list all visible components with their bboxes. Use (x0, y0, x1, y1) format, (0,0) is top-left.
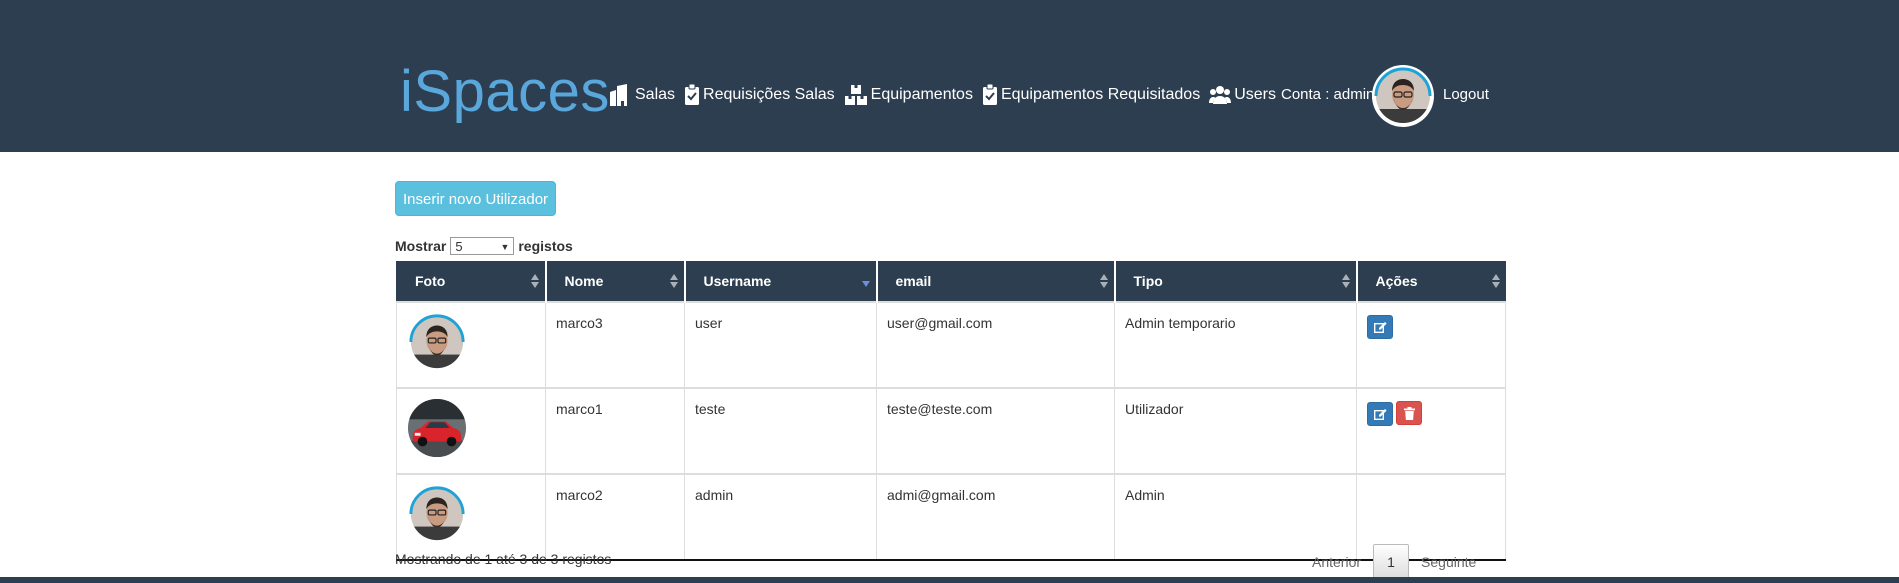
logout-link[interactable]: Logout (1443, 86, 1489, 103)
sort-both-icon (669, 274, 678, 288)
trash-icon (1403, 406, 1415, 420)
table-header-row: Foto Nome Username email Tipo Ações (396, 261, 1506, 302)
nav-label: Salas (635, 86, 676, 103)
nav-item-users[interactable]: Users (1209, 85, 1276, 105)
nav-item-equipamentos-requisitados[interactable]: Equipamentos Requisitados (982, 84, 1200, 106)
user-photo-avatar (409, 486, 465, 541)
nav-label: Equipamentos Requisitados (1000, 86, 1201, 103)
brand-logo[interactable]: iSpaces (400, 58, 610, 126)
cell-username: teste (684, 387, 877, 475)
users-table: Foto Nome Username email Tipo Ações marc… (396, 261, 1506, 561)
edit-button[interactable] (1367, 401, 1393, 426)
user-photo-avatar (409, 314, 465, 369)
user-avatar[interactable] (1372, 65, 1434, 127)
cell-email: user@gmail.com (876, 301, 1115, 389)
page-length-value: 5 (455, 239, 463, 254)
clipboard-check-icon (685, 84, 700, 105)
table-row: marco3 user user@gmail.com Admin tempora… (396, 301, 1506, 389)
cell-acoes (1356, 301, 1506, 389)
insert-user-button[interactable]: Inserir novo Utilizador (395, 181, 556, 216)
building-icon (610, 84, 627, 106)
cell-foto (396, 301, 546, 389)
pagination-previous[interactable]: Anterior (1300, 554, 1373, 570)
cell-foto (396, 473, 546, 561)
cell-email: admi@gmail.com (876, 473, 1115, 561)
sort-both-icon (1341, 274, 1350, 288)
nav-item-requisicoes-salas[interactable]: Requisições Salas (684, 84, 835, 106)
column-header-nome[interactable]: Nome (544, 261, 685, 302)
sort-both-icon (530, 274, 539, 288)
column-header-tipo[interactable]: Tipo (1113, 261, 1357, 302)
nav-label: Requisições Salas (703, 86, 835, 103)
cell-nome: marco3 (545, 301, 685, 389)
man-avatar-icon (1374, 67, 1432, 123)
length-suffix: registos (518, 238, 573, 254)
edit-icon (1373, 322, 1387, 333)
table-info: Mostrando de 1 até 3 de 3 registos (395, 551, 612, 567)
cell-acoes (1356, 387, 1506, 475)
cell-email: teste@teste.com (876, 387, 1115, 475)
bottom-bar (0, 577, 1899, 583)
cell-foto (396, 387, 546, 475)
column-header-acoes[interactable]: Ações (1355, 261, 1506, 302)
cell-username: user (684, 301, 877, 389)
boxes-icon (844, 85, 867, 105)
table-row: marco1 teste teste@teste.com Utilizador (396, 387, 1506, 475)
cell-username: admin (684, 473, 877, 561)
chevron-down-icon: ▼ (500, 242, 510, 252)
delete-button[interactable] (1396, 401, 1422, 425)
column-header-foto[interactable]: Foto (396, 261, 546, 302)
length-prefix: Mostrar (395, 238, 447, 254)
main-nav: Salas Requisições Salas Equipamentos Equ… (608, 84, 1285, 106)
column-header-email[interactable]: email (875, 261, 1115, 302)
clipboard-check-icon (982, 84, 997, 105)
cell-tipo: Admin temporario (1114, 301, 1357, 389)
nav-item-equipamentos[interactable]: Equipamentos (844, 84, 973, 106)
pagination-page-current[interactable]: 1 (1373, 544, 1410, 580)
page-length-control: Mostrar 5 ▼ registos (395, 237, 573, 255)
page-length-select[interactable]: 5 ▼ (450, 237, 515, 255)
cell-nome: marco1 (545, 387, 685, 475)
cell-tipo: Utilizador (1114, 387, 1357, 475)
pagination-next[interactable]: Seguinte (1409, 554, 1488, 570)
edit-button[interactable] (1367, 315, 1393, 339)
users-icon (1209, 86, 1232, 104)
sort-desc-icon (861, 281, 870, 287)
column-header-username[interactable]: Username (683, 261, 877, 302)
nav-label: Equipamentos (870, 86, 973, 103)
edit-icon (1373, 408, 1387, 420)
user-photo-car (407, 398, 467, 458)
pagination: Anterior 1 Seguinte (1300, 544, 1488, 580)
nav-label: Users (1234, 86, 1276, 103)
nav-item-salas[interactable]: Salas (608, 84, 675, 106)
sort-both-icon (1099, 274, 1108, 288)
sort-both-icon (1491, 274, 1500, 288)
top-navbar: iSpaces Salas Requisições Salas Equipame… (0, 0, 1899, 152)
cell-nome: marco2 (545, 473, 685, 561)
account-label: Conta : admin (1281, 86, 1375, 103)
